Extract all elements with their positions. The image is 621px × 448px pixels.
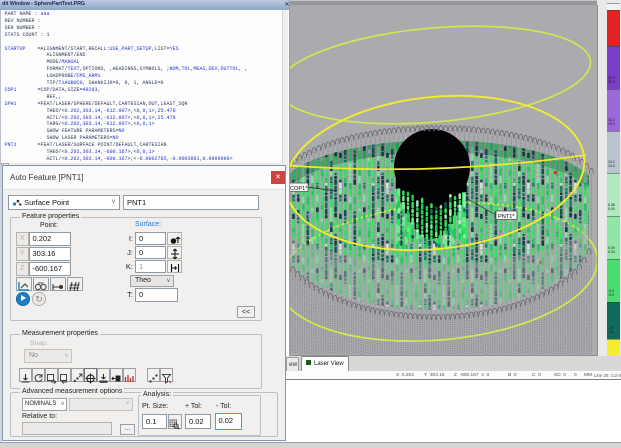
svg-text:COP1*: COP1*	[290, 186, 308, 192]
svg-text:PNT1*: PNT1*	[498, 214, 515, 220]
